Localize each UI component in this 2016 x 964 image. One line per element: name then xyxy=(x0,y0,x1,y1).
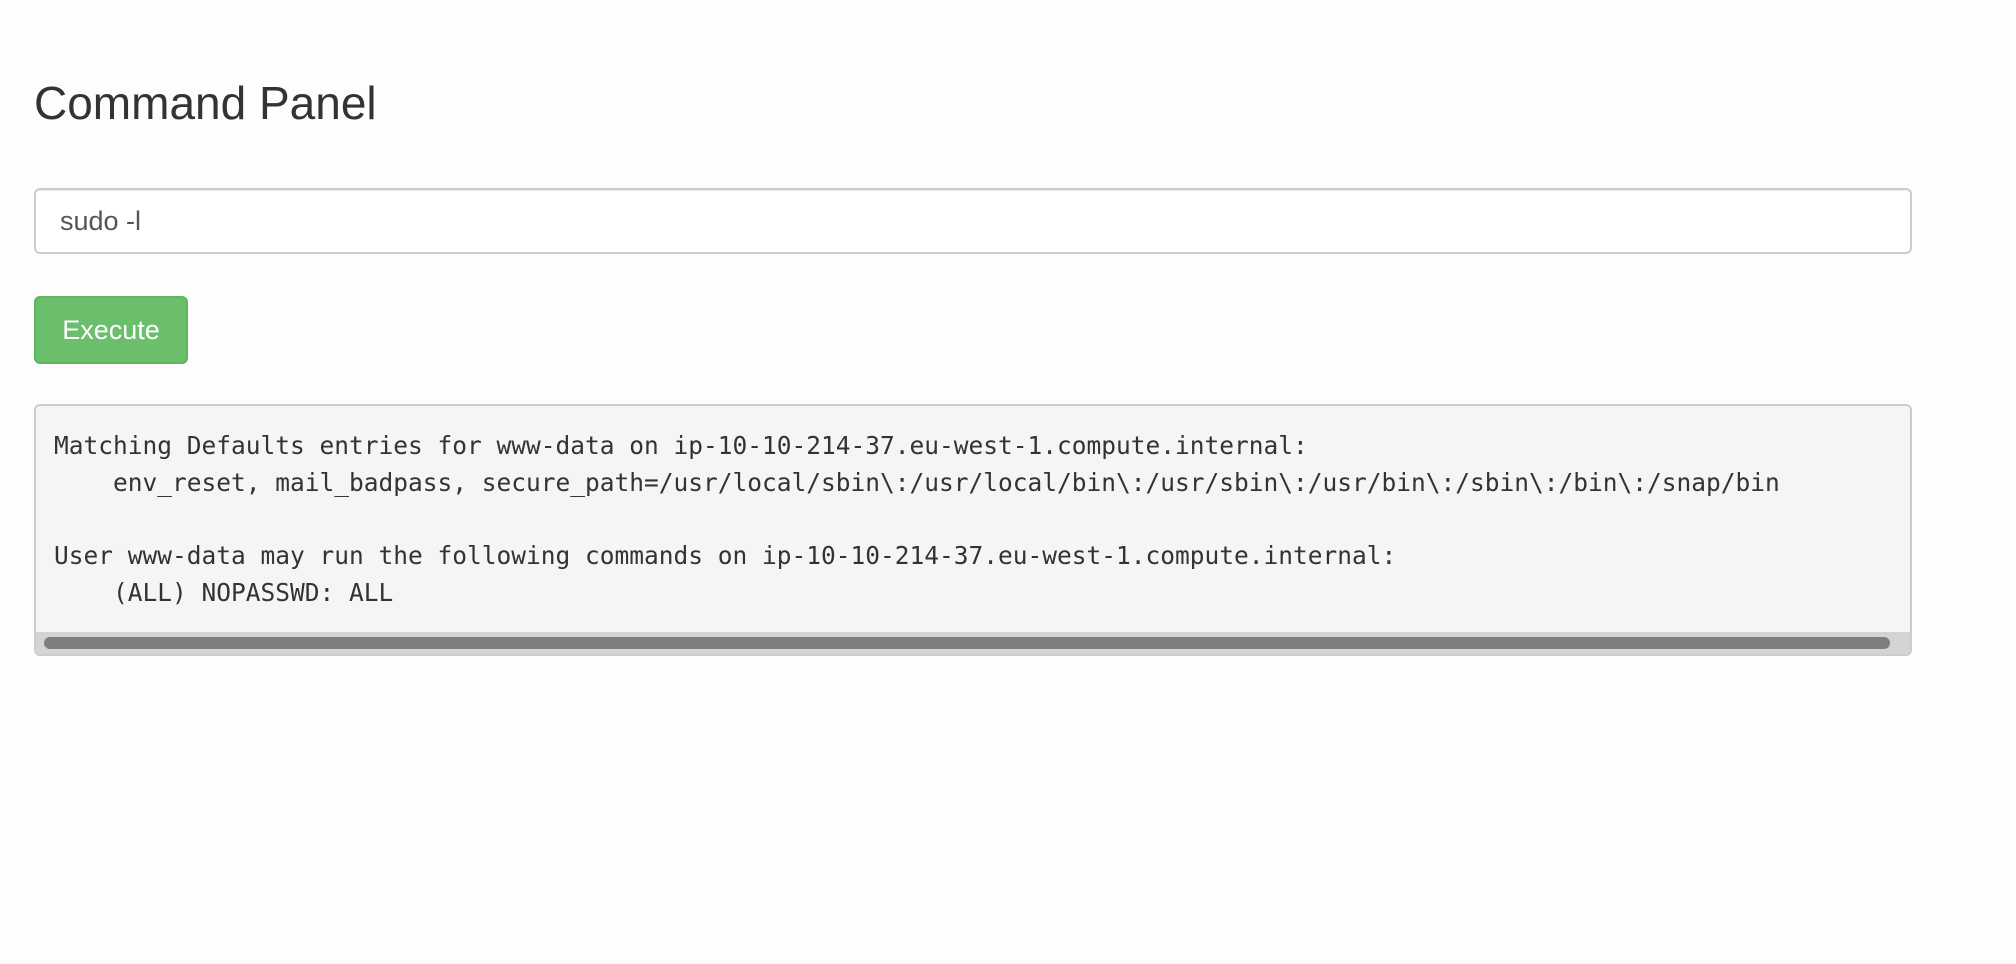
command-panel-page: Command Panel Execute Matching Defaults … xyxy=(0,0,2016,964)
horizontal-scrollbar[interactable] xyxy=(36,632,1910,654)
command-output: Matching Defaults entries for www-data o… xyxy=(34,404,1912,656)
output-line: (ALL) NOPASSWD: ALL xyxy=(54,578,394,608)
output-line: User www-data may run the following comm… xyxy=(54,541,1397,571)
scrollbar-thumb[interactable] xyxy=(44,637,1890,649)
page-title: Command Panel xyxy=(34,77,377,129)
execute-button[interactable]: Execute xyxy=(34,296,188,364)
output-line: Matching Defaults entries for www-data o… xyxy=(54,431,1308,460)
command-input[interactable] xyxy=(34,188,1912,254)
output-text: Matching Defaults entries for www-data o… xyxy=(54,428,1780,612)
output-line: env_reset, mail_badpass, secure_path=/us… xyxy=(54,467,1780,497)
